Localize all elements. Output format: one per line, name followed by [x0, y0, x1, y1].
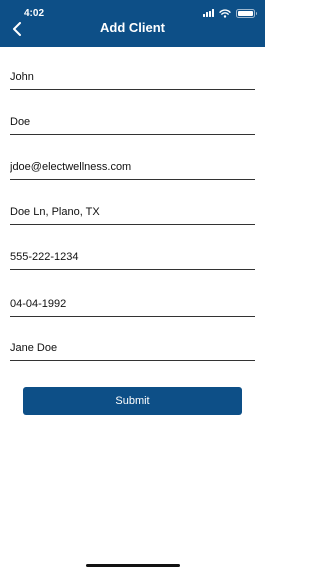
- contact-name-field[interactable]: [10, 331, 255, 361]
- first-name-field[interactable]: [10, 60, 255, 90]
- submit-button[interactable]: Submit: [23, 387, 242, 415]
- wifi-icon: [219, 8, 231, 18]
- contact-name-input[interactable]: [10, 342, 255, 354]
- phone-field[interactable]: [10, 240, 255, 270]
- dob-field[interactable]: [10, 286, 255, 317]
- home-indicator: [86, 564, 180, 567]
- page-title: Add Client: [100, 20, 165, 35]
- address-field[interactable]: [10, 195, 255, 225]
- battery-icon: [236, 8, 257, 18]
- last-name-field[interactable]: [10, 105, 255, 135]
- phone-input[interactable]: [10, 251, 255, 263]
- dob-input[interactable]: [10, 298, 255, 310]
- signal-icon: [203, 9, 214, 17]
- status-time: 4:02: [24, 8, 45, 19]
- address-input[interactable]: [10, 206, 255, 218]
- nav-header: 4:02 Add Client: [0, 0, 265, 47]
- status-icons: [203, 8, 257, 18]
- email-field[interactable]: [10, 150, 255, 180]
- email-input[interactable]: [10, 161, 255, 173]
- first-name-input[interactable]: [10, 71, 255, 83]
- last-name-input[interactable]: [10, 116, 255, 128]
